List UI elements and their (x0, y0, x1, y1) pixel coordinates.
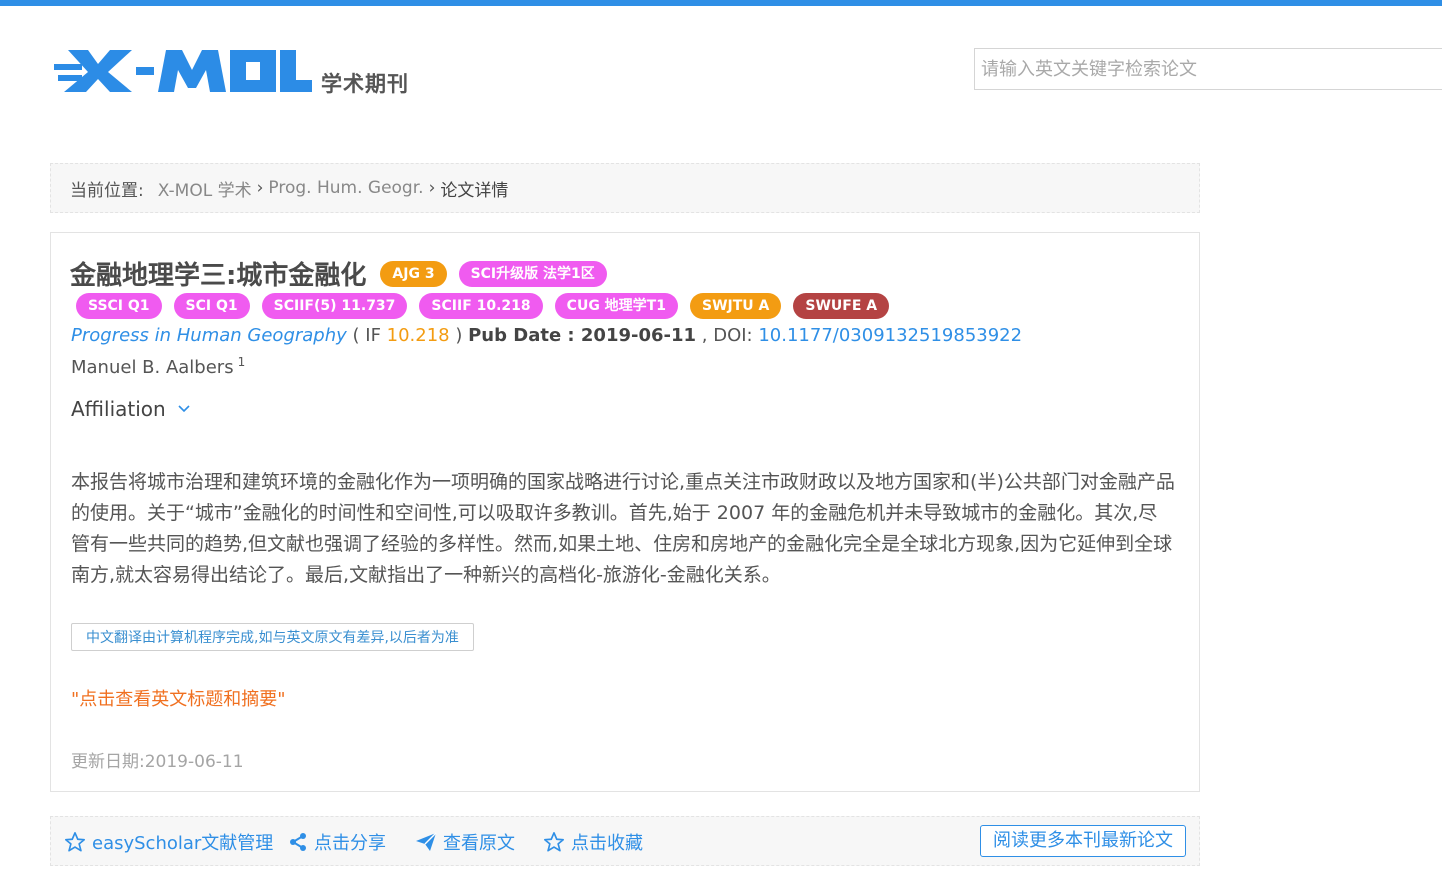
easyscholar-button[interactable]: easyScholar文献管理 (64, 829, 273, 855)
pub-date: Pub Date : 2019-06-11 (468, 325, 697, 346)
if-prefix: ( IF (346, 325, 387, 346)
badge-swufe: SWUFE A (793, 293, 890, 319)
affiliation-label: Affiliation (71, 397, 166, 421)
breadcrumb: 当前位置: X-MOL 学术 › Prog. Hum. Geogr. › 论文详… (50, 163, 1200, 213)
title-row: 金融地理学三:城市金融化 AJG 3 SCI升级版 法学1区 (70, 255, 619, 292)
breadcrumb-separator: › (256, 178, 264, 198)
translation-note: 中文翻译由计算机程序完成,如与英文原文有差异,以后者为准 (71, 623, 474, 651)
author-name[interactable]: Manuel B. Aalbers (71, 357, 234, 378)
chevron-down-icon (178, 401, 190, 417)
favorite-button[interactable]: 点击收藏 (543, 829, 643, 855)
article-toolbar: easyScholar文献管理 点击分享 查看原文 点击收藏 阅读更多本刊最新论… (50, 816, 1200, 866)
publication-info: Progress in Human Geography ( IF 10.218 … (71, 325, 1022, 346)
paper-plane-icon (416, 832, 437, 851)
star-icon (65, 832, 85, 852)
english-abstract-link[interactable]: "点击查看英文标题和摘要" (71, 685, 286, 711)
view-original-label: 查看原文 (443, 833, 515, 854)
badge-sci-upgrade: SCI升级版 法学1区 (458, 260, 607, 287)
article-card: 金融地理学三:城市金融化 AJG 3 SCI升级版 法学1区 SSCI Q1 S… (50, 232, 1200, 792)
affiliation-toggle[interactable]: Affiliation (71, 397, 190, 421)
badge-sciif: SCIIF 10.218 (419, 293, 543, 319)
top-accent-bar (0, 0, 1442, 6)
logo-subtitle: 学术期刊 (321, 72, 409, 96)
journal-link[interactable]: Progress in Human Geography (71, 325, 347, 346)
star-icon (544, 832, 564, 852)
breadcrumb-item-journal[interactable]: Prog. Hum. Geogr. (268, 178, 423, 198)
update-date: 更新日期:2019-06-11 (71, 752, 244, 772)
breadcrumb-current-label: 当前位置: (70, 180, 144, 201)
author-superscript: 1 (237, 355, 246, 369)
read-more-button[interactable]: 阅读更多本刊最新论文 (980, 825, 1186, 857)
if-suffix: ) (449, 325, 469, 346)
badge-ajg: AJG 3 (380, 260, 447, 287)
badge-cug: CUG 地理学T1 (554, 293, 678, 319)
badge-sciif5: SCIIF(5) 11.737 (261, 293, 408, 319)
favorite-label: 点击收藏 (571, 833, 643, 854)
abstract-text: 本报告将城市治理和建筑环境的金融化作为一项明确的国家战略进行讨论,重点关注市政财… (71, 471, 1175, 586)
share-label: 点击分享 (314, 833, 386, 854)
breadcrumb-item-xmol[interactable]: X-MOL 学术 (158, 176, 252, 201)
author-line: Manuel B. Aalbers 1 (71, 355, 245, 378)
article-title: 金融地理学三:城市金融化 (70, 261, 367, 291)
search-input[interactable] (974, 48, 1442, 90)
doi-link[interactable]: 10.1177/0309132519853922 (758, 325, 1022, 346)
share-button[interactable]: 点击分享 (288, 829, 386, 855)
badge-swjtu: SWJTU A (689, 293, 782, 319)
badge-ssci: SSCI Q1 (76, 293, 162, 319)
easyscholar-label: easyScholar文献管理 (92, 833, 274, 854)
journal-rank-badges: SSCI Q1 SCI Q1 SCIIF(5) 11.737 SCIIF 10.… (76, 293, 901, 319)
view-original-button[interactable]: 查看原文 (415, 829, 515, 855)
breadcrumb-separator: › (428, 178, 436, 198)
share-icon (290, 833, 306, 851)
badge-sci: SCI Q1 (173, 293, 250, 319)
impact-factor: 10.218 (386, 325, 450, 346)
breadcrumb-item-detail: 论文详情 (440, 180, 509, 201)
doi-label: , DOI: (696, 325, 759, 346)
xmol-logo[interactable] (54, 46, 312, 96)
